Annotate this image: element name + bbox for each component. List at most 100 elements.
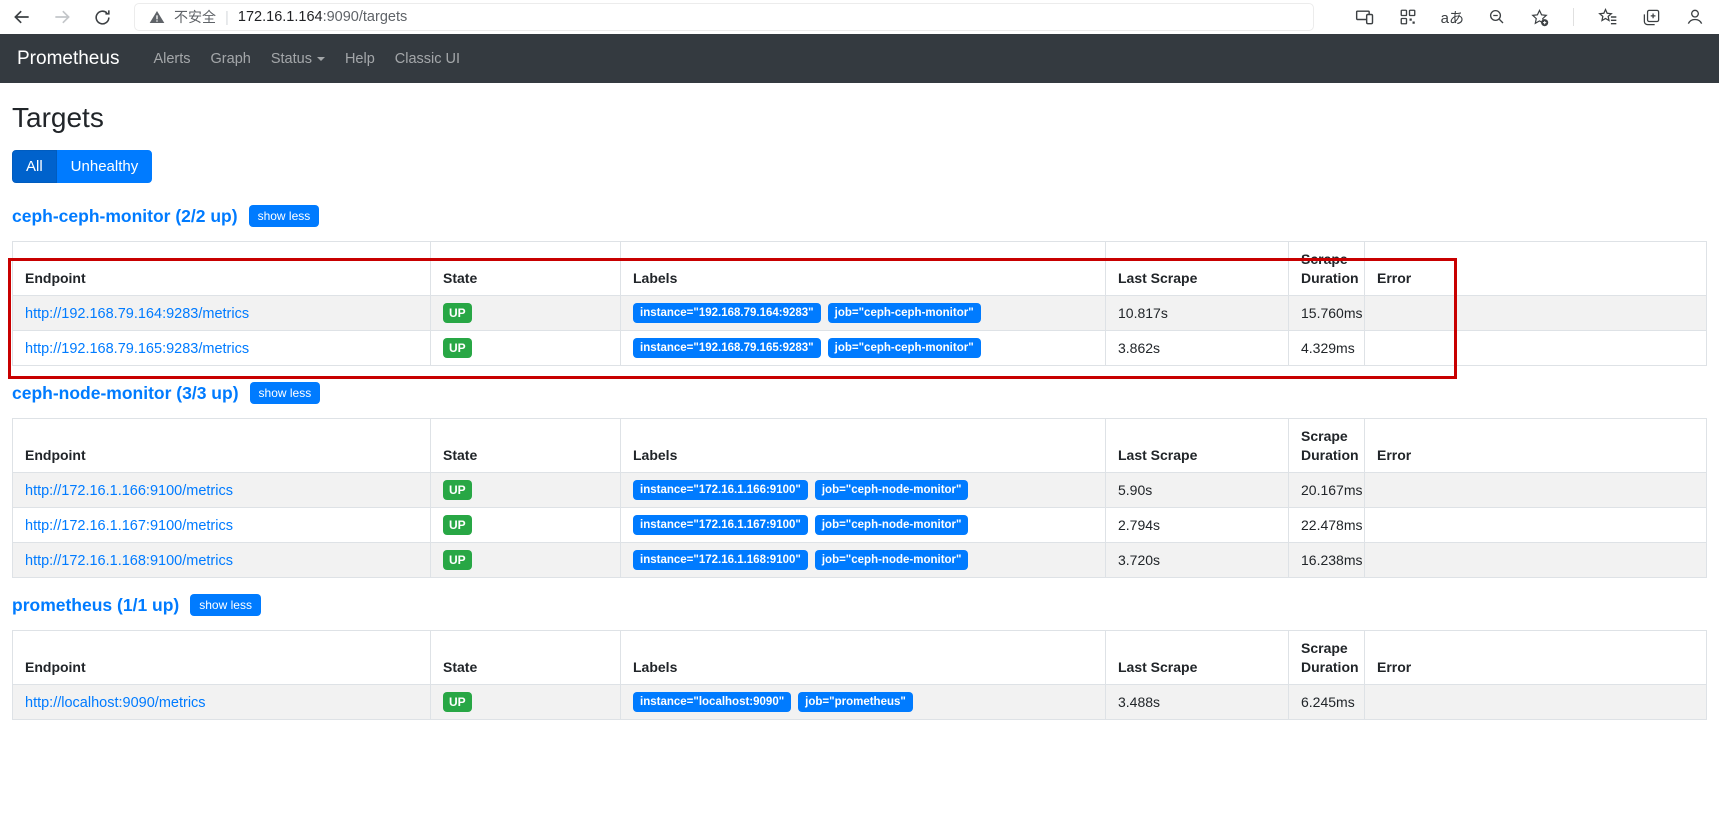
collections-icon[interactable]	[1642, 8, 1661, 27]
state-badge: UP	[443, 692, 472, 712]
job-label-badge: job="prometheus"	[798, 692, 913, 712]
scrape-duration-value: 6.245ms	[1288, 684, 1365, 720]
table-header-row: Endpoint State Labels Last Scrape Scrape…	[12, 418, 1707, 473]
instance-label-badge: instance="172.16.1.166:9100"	[633, 480, 808, 500]
col-header-last-scrape: Last Scrape	[1105, 241, 1289, 296]
group-header: ceph-node-monitor (3/3 up) show less	[12, 382, 1707, 404]
url-text: 172.16.1.164:9090/targets	[238, 9, 407, 25]
col-header-error: Error	[1364, 241, 1707, 296]
job-label-badge: job="ceph-ceph-monitor"	[827, 338, 981, 358]
brand-link[interactable]: Prometheus	[17, 48, 119, 70]
page-title: Targets	[12, 102, 104, 133]
last-scrape-value: 10.817s	[1105, 295, 1289, 331]
job-label-badge: job="ceph-node-monitor"	[814, 550, 969, 570]
col-header-endpoint: Endpoint	[12, 241, 431, 296]
target-group-ceph-node-monitor: ceph-node-monitor (3/3 up) show less End…	[12, 382, 1707, 578]
targets-table: Endpoint State Labels Last Scrape Scrape…	[12, 418, 1707, 578]
error-cell	[1364, 507, 1707, 543]
back-icon[interactable]	[10, 5, 34, 29]
table-container: Endpoint State Labels Last Scrape Scrape…	[8, 241, 1707, 379]
group-title[interactable]: prometheus (1/1 up)	[12, 595, 179, 616]
group-header: prometheus (1/1 up) show less	[12, 594, 1707, 616]
endpoint-link[interactable]: http://192.168.79.164:9283/metrics	[25, 306, 249, 322]
col-header-last-scrape: Last Scrape	[1105, 418, 1289, 473]
table-container: Endpoint State Labels Last Scrape Scrape…	[12, 418, 1707, 578]
error-cell	[1364, 542, 1707, 578]
show-less-button[interactable]: show less	[249, 382, 321, 404]
forward-icon[interactable]	[50, 5, 74, 29]
state-filter-group: All Unhealthy	[12, 150, 153, 183]
nav-item-status[interactable]: Status	[261, 51, 335, 67]
group-header: ceph-ceph-monitor (2/2 up) show less	[12, 205, 1707, 227]
instance-label-badge: instance="192.168.79.165:9283"	[633, 338, 821, 358]
address-separator: |	[225, 8, 229, 26]
endpoint-link[interactable]: http://192.168.79.165:9283/metrics	[25, 341, 249, 357]
col-header-scrape-duration: Scrape Duration	[1288, 630, 1365, 685]
browser-toolbar: 不安全 | 172.16.1.164:9090/targets aあ	[0, 0, 1719, 34]
url-path: :9090/targets	[322, 9, 408, 25]
col-header-labels: Labels	[620, 630, 1106, 685]
address-bar[interactable]: 不安全 | 172.16.1.164:9090/targets	[134, 3, 1314, 31]
prometheus-navbar: Prometheus Alerts Graph Status Help Clas…	[0, 34, 1719, 83]
error-cell	[1364, 684, 1707, 720]
qr-code-icon[interactable]	[1399, 8, 1417, 26]
col-header-scrape-duration: Scrape Duration	[1288, 418, 1365, 473]
filter-all-button[interactable]: All	[12, 150, 57, 183]
state-badge: UP	[443, 480, 472, 500]
col-header-state: State	[430, 241, 621, 296]
table-header-row: Endpoint State Labels Last Scrape Scrape…	[12, 241, 1707, 296]
table-row: http://172.16.1.166:9100/metrics UP inst…	[12, 472, 1707, 508]
target-group-ceph-ceph-monitor: ceph-ceph-monitor (2/2 up) show less End…	[8, 205, 1707, 379]
table-container: Endpoint State Labels Last Scrape Scrape…	[12, 630, 1707, 720]
profile-icon[interactable]	[1685, 7, 1705, 27]
show-less-button[interactable]: show less	[190, 594, 261, 616]
show-less-button[interactable]: show less	[248, 205, 320, 227]
targets-table: Endpoint State Labels Last Scrape Scrape…	[12, 241, 1707, 366]
nav-item-status-label: Status	[270, 50, 312, 67]
job-label-badge: job="ceph-node-monitor"	[814, 480, 969, 500]
nav-item-help[interactable]: Help	[335, 51, 385, 67]
error-cell	[1364, 295, 1707, 331]
last-scrape-value: 3.488s	[1105, 684, 1289, 720]
col-header-labels: Labels	[620, 241, 1106, 296]
add-favorite-icon[interactable]	[1530, 8, 1549, 27]
nav-item-graph[interactable]: Graph	[201, 51, 261, 67]
translate-icon[interactable]: aあ	[1441, 7, 1464, 28]
instance-label-badge: instance="localhost:9090"	[633, 692, 792, 712]
error-cell	[1364, 472, 1707, 508]
target-group-prometheus: prometheus (1/1 up) show less Endpoint S…	[12, 594, 1707, 720]
endpoint-link[interactable]: http://172.16.1.166:9100/metrics	[25, 483, 233, 499]
zoom-out-icon[interactable]	[1488, 8, 1506, 26]
send-to-devices-icon[interactable]	[1355, 7, 1375, 27]
reload-icon[interactable]	[90, 5, 114, 29]
col-header-scrape-duration: Scrape Duration	[1288, 241, 1365, 296]
instance-label-badge: instance="172.16.1.168:9100"	[633, 550, 808, 570]
scrape-duration-value: 20.167ms	[1288, 472, 1365, 508]
job-label-badge: job="ceph-ceph-monitor"	[827, 303, 981, 323]
job-label-badge: job="ceph-node-monitor"	[814, 515, 969, 535]
scrape-duration-value: 16.238ms	[1288, 542, 1365, 578]
favorites-bar-icon[interactable]	[1598, 7, 1618, 27]
group-title[interactable]: ceph-node-monitor (3/3 up)	[12, 383, 239, 404]
nav-item-alerts[interactable]: Alerts	[143, 51, 200, 67]
nav-item-classic-ui[interactable]: Classic UI	[385, 51, 470, 67]
state-badge: UP	[443, 515, 472, 535]
col-header-state: State	[430, 418, 621, 473]
endpoint-link[interactable]: http://localhost:9090/metrics	[25, 695, 206, 711]
last-scrape-value: 3.862s	[1105, 330, 1289, 366]
endpoint-link[interactable]: http://172.16.1.167:9100/metrics	[25, 518, 233, 534]
col-header-error: Error	[1364, 418, 1707, 473]
col-header-state: State	[430, 630, 621, 685]
scrape-duration-value: 15.760ms	[1288, 295, 1365, 331]
filter-unhealthy-button[interactable]: Unhealthy	[56, 150, 153, 183]
state-badge: UP	[443, 550, 472, 570]
security-label: 不安全	[174, 9, 216, 25]
warning-icon[interactable]	[149, 9, 165, 25]
col-header-endpoint: Endpoint	[12, 418, 431, 473]
table-row: http://172.16.1.168:9100/metrics UP inst…	[12, 542, 1707, 578]
group-title[interactable]: ceph-ceph-monitor (2/2 up)	[12, 206, 238, 227]
col-header-error: Error	[1364, 630, 1707, 685]
col-header-endpoint: Endpoint	[12, 630, 431, 685]
table-row: http://192.168.79.164:9283/metrics UP in…	[12, 295, 1707, 331]
endpoint-link[interactable]: http://172.16.1.168:9100/metrics	[25, 553, 233, 569]
